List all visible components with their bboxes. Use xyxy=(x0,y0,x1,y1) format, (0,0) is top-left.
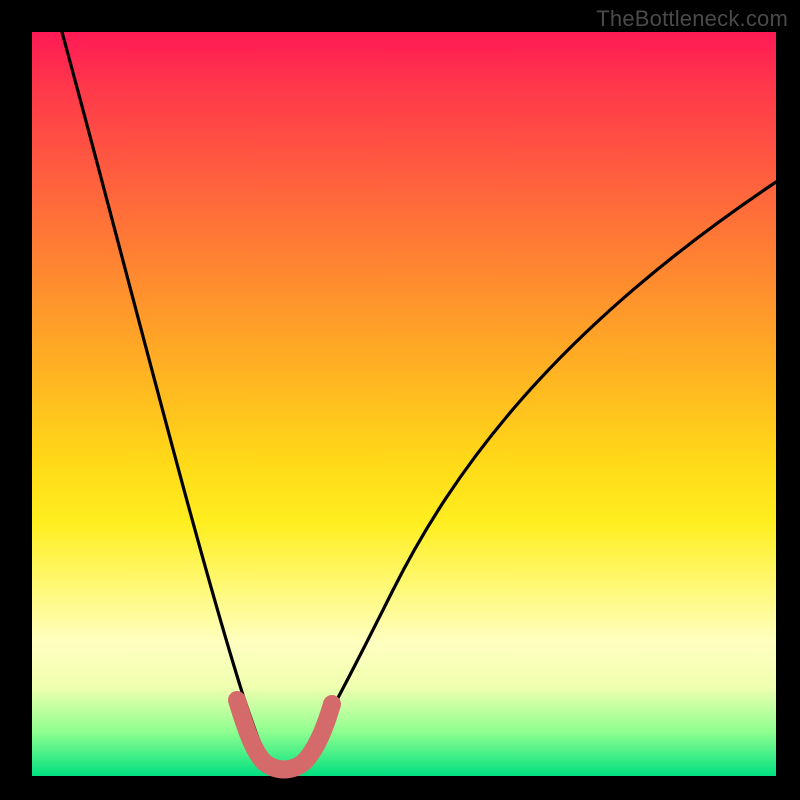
bottleneck-curve xyxy=(62,32,776,769)
watermark-text: TheBottleneck.com xyxy=(596,6,788,32)
highlight-band xyxy=(237,700,332,770)
plot-area xyxy=(32,32,776,776)
curve-layer xyxy=(32,32,776,776)
chart-frame: TheBottleneck.com xyxy=(0,0,800,800)
